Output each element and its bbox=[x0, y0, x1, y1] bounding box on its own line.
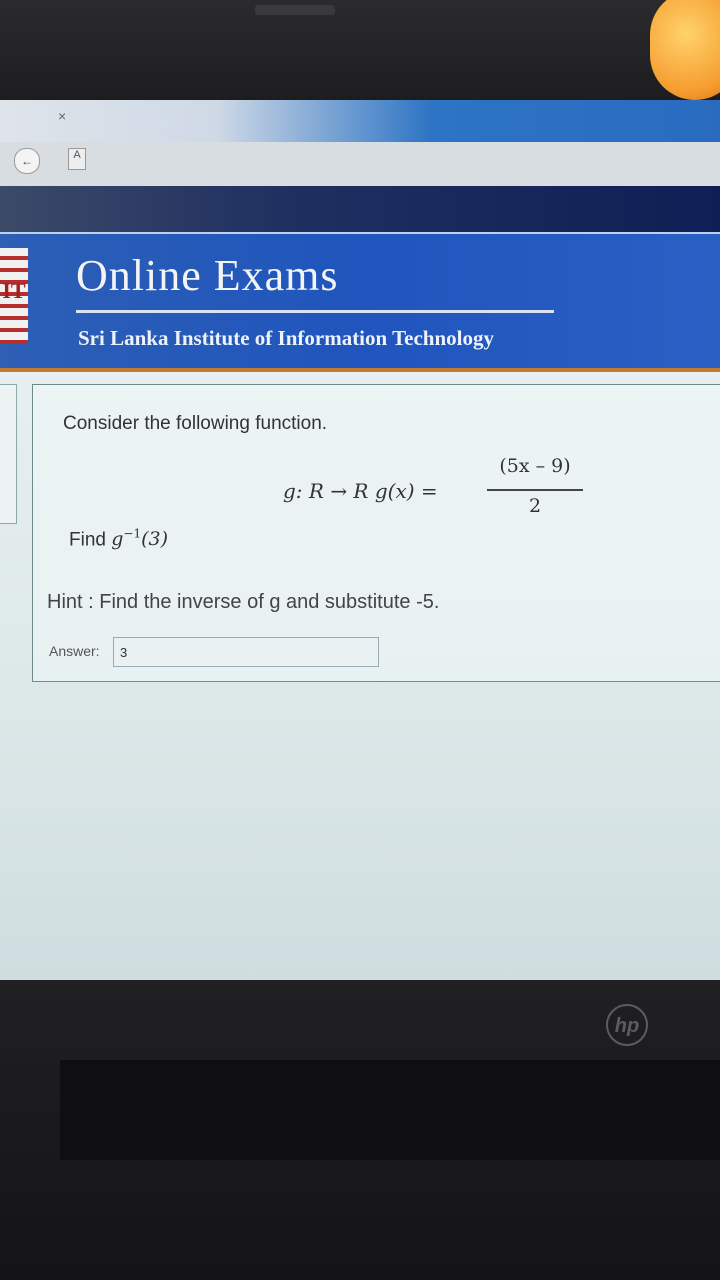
question-intro: Consider the following function. bbox=[63, 413, 328, 434]
site-header: IT Online Exams Sri Lanka Institute of I… bbox=[0, 232, 720, 372]
hp-logo: hp bbox=[606, 1004, 648, 1046]
answer-label: Answer: bbox=[49, 643, 100, 659]
formula-numerator: (5x – 9) bbox=[499, 455, 571, 477]
main-content: Consider the following function. g: R → … bbox=[0, 372, 720, 980]
title-divider bbox=[76, 310, 554, 313]
browser-toolbar: ← A bbox=[0, 142, 720, 187]
question-panel: Consider the following function. g: R → … bbox=[32, 384, 720, 682]
find-prefix: Find bbox=[69, 529, 112, 551]
site-title: Online Exams bbox=[76, 251, 339, 300]
formula-denominator: 2 bbox=[528, 495, 542, 517]
logo-text: IT bbox=[2, 278, 26, 303]
page-icon: A bbox=[68, 148, 86, 170]
page-banner-top bbox=[0, 186, 720, 232]
answer-input[interactable] bbox=[113, 637, 379, 667]
back-icon[interactable]: ← bbox=[14, 148, 40, 174]
formula-left: g: R → R g(x) = bbox=[283, 479, 438, 503]
find-instruction: Find g−1(3) bbox=[69, 527, 168, 551]
laptop-bezel-bottom: hp bbox=[0, 980, 720, 1280]
laptop-bezel-top bbox=[0, 0, 720, 100]
find-argument: (3) bbox=[141, 528, 169, 551]
keyboard-deck bbox=[60, 1060, 720, 1160]
close-tab-icon[interactable]: × bbox=[58, 108, 66, 124]
sticker bbox=[650, 0, 720, 100]
webcam-notch bbox=[255, 5, 335, 15]
question-info-panel bbox=[0, 384, 17, 524]
hint-text: Hint : Find the inverse of g and substit… bbox=[47, 591, 440, 613]
fraction-bar bbox=[487, 489, 583, 491]
find-function: g bbox=[111, 528, 124, 551]
site-subtitle: Sri Lanka Institute of Information Techn… bbox=[78, 326, 494, 350]
browser-tab-bar: × bbox=[0, 100, 720, 142]
screen: × ← A IT Online Exams Sri Lanka Institut… bbox=[0, 100, 720, 980]
function-formula: g: R → R g(x) = (5x – 9) 2 bbox=[283, 455, 603, 535]
find-exponent: −1 bbox=[123, 527, 142, 541]
